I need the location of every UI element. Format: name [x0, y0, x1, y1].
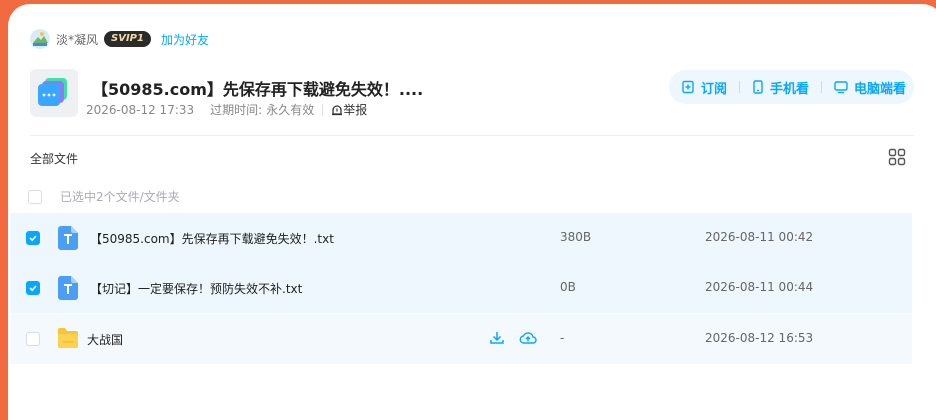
pc-view-button[interactable]: 电脑端看 — [834, 78, 906, 97]
expire-value: 永久有效 — [266, 103, 315, 117]
breadcrumb-all-files[interactable]: 全部文件 — [30, 150, 78, 167]
file-size: 0B — [560, 280, 576, 294]
row-checkbox[interactable] — [26, 231, 40, 245]
monitor-icon — [834, 81, 848, 94]
file-size: 380B — [560, 230, 592, 244]
selection-count: 已选中2个文件/文件夹 — [60, 190, 180, 204]
subscribe-label: 订阅 — [700, 81, 727, 97]
vip-badge: SVIP1 — [104, 31, 151, 47]
folder-icon — [58, 327, 78, 353]
view-actions: 订阅 手机看 电脑端看 — [668, 70, 914, 104]
mobile-view-label: 手机看 — [769, 81, 809, 97]
download-icon — [490, 332, 504, 344]
select-all-checkbox[interactable] — [28, 189, 42, 204]
expire-label: 过期时间: — [210, 103, 263, 117]
file-row[interactable]: 【切记】一定要保存！预防失效不补.txt 0B 2026-08-11 00:44 — [10, 263, 912, 313]
file-row[interactable]: 【50985.com】先保存再下载避免失效！.txt 380B 2026-08-… — [10, 213, 912, 263]
row-checkbox[interactable] — [26, 281, 40, 295]
share-header: 【50985.com】先保存再下载避免失效！.... 2026-08-12 17… — [30, 68, 914, 124]
txt-file-icon — [58, 226, 78, 254]
file-date: 2026-08-11 00:44 — [705, 280, 814, 294]
save-to-cloud-button[interactable] — [519, 329, 537, 347]
file-date: 2026-08-11 00:42 — [705, 230, 814, 244]
subscribe-button[interactable]: 订阅 — [681, 78, 727, 97]
pc-view-label: 电脑端看 — [853, 81, 906, 97]
action-divider — [738, 81, 740, 93]
share-title: 【50985.com】先保存再下载避免失效！.... — [92, 80, 424, 99]
report-button[interactable]: 举报 — [331, 101, 367, 118]
share-date: 2026-08-12 17:33 — [86, 102, 195, 117]
folder-date: 2026-08-12 16:53 — [705, 331, 814, 345]
share-folder-icon — [30, 69, 78, 117]
folder-row[interactable]: 大战国 - 2026-08-12 16:53 — [10, 314, 912, 364]
file-name[interactable]: 【50985.com】先保存再下载避免失效！.txt — [90, 230, 334, 247]
mobile-view-button[interactable]: 手机看 — [752, 78, 809, 97]
action-divider — [820, 81, 822, 93]
add-friend-link[interactable]: 加为好友 — [161, 31, 209, 48]
header-divider — [30, 135, 914, 136]
grid-view-toggle[interactable] — [888, 148, 906, 166]
avatar[interactable] — [30, 29, 50, 49]
folder-size: - — [560, 331, 565, 345]
sharer-name[interactable]: 淡*凝风 — [56, 31, 98, 48]
check-icon — [29, 235, 37, 242]
meta-divider — [322, 103, 324, 116]
sharer-info: 淡*凝风 SVIP1 加为好友 — [30, 28, 209, 50]
selection-bar: 已选中2个文件/文件夹 — [28, 188, 180, 205]
phone-icon — [753, 80, 763, 94]
download-button[interactable] — [488, 329, 506, 347]
share-meta: 2026-08-12 17:33 过期时间: 永久有效 举报 — [86, 101, 367, 118]
folder-name[interactable]: 大战国 — [87, 331, 123, 348]
subscribe-icon — [682, 80, 694, 94]
report-icon — [332, 104, 343, 115]
report-label: 举报 — [343, 103, 368, 117]
file-name[interactable]: 【切记】一定要保存！预防失效不补.txt — [90, 280, 302, 297]
share-page-card: 淡*凝风 SVIP1 加为好友 【50985.com】先保存再下载避免失效！..… — [8, 4, 936, 420]
check-icon — [29, 285, 37, 292]
grid-icon — [888, 148, 906, 166]
txt-file-icon — [58, 276, 78, 304]
cloud-upload-icon — [519, 332, 537, 344]
row-checkbox[interactable] — [26, 332, 40, 346]
